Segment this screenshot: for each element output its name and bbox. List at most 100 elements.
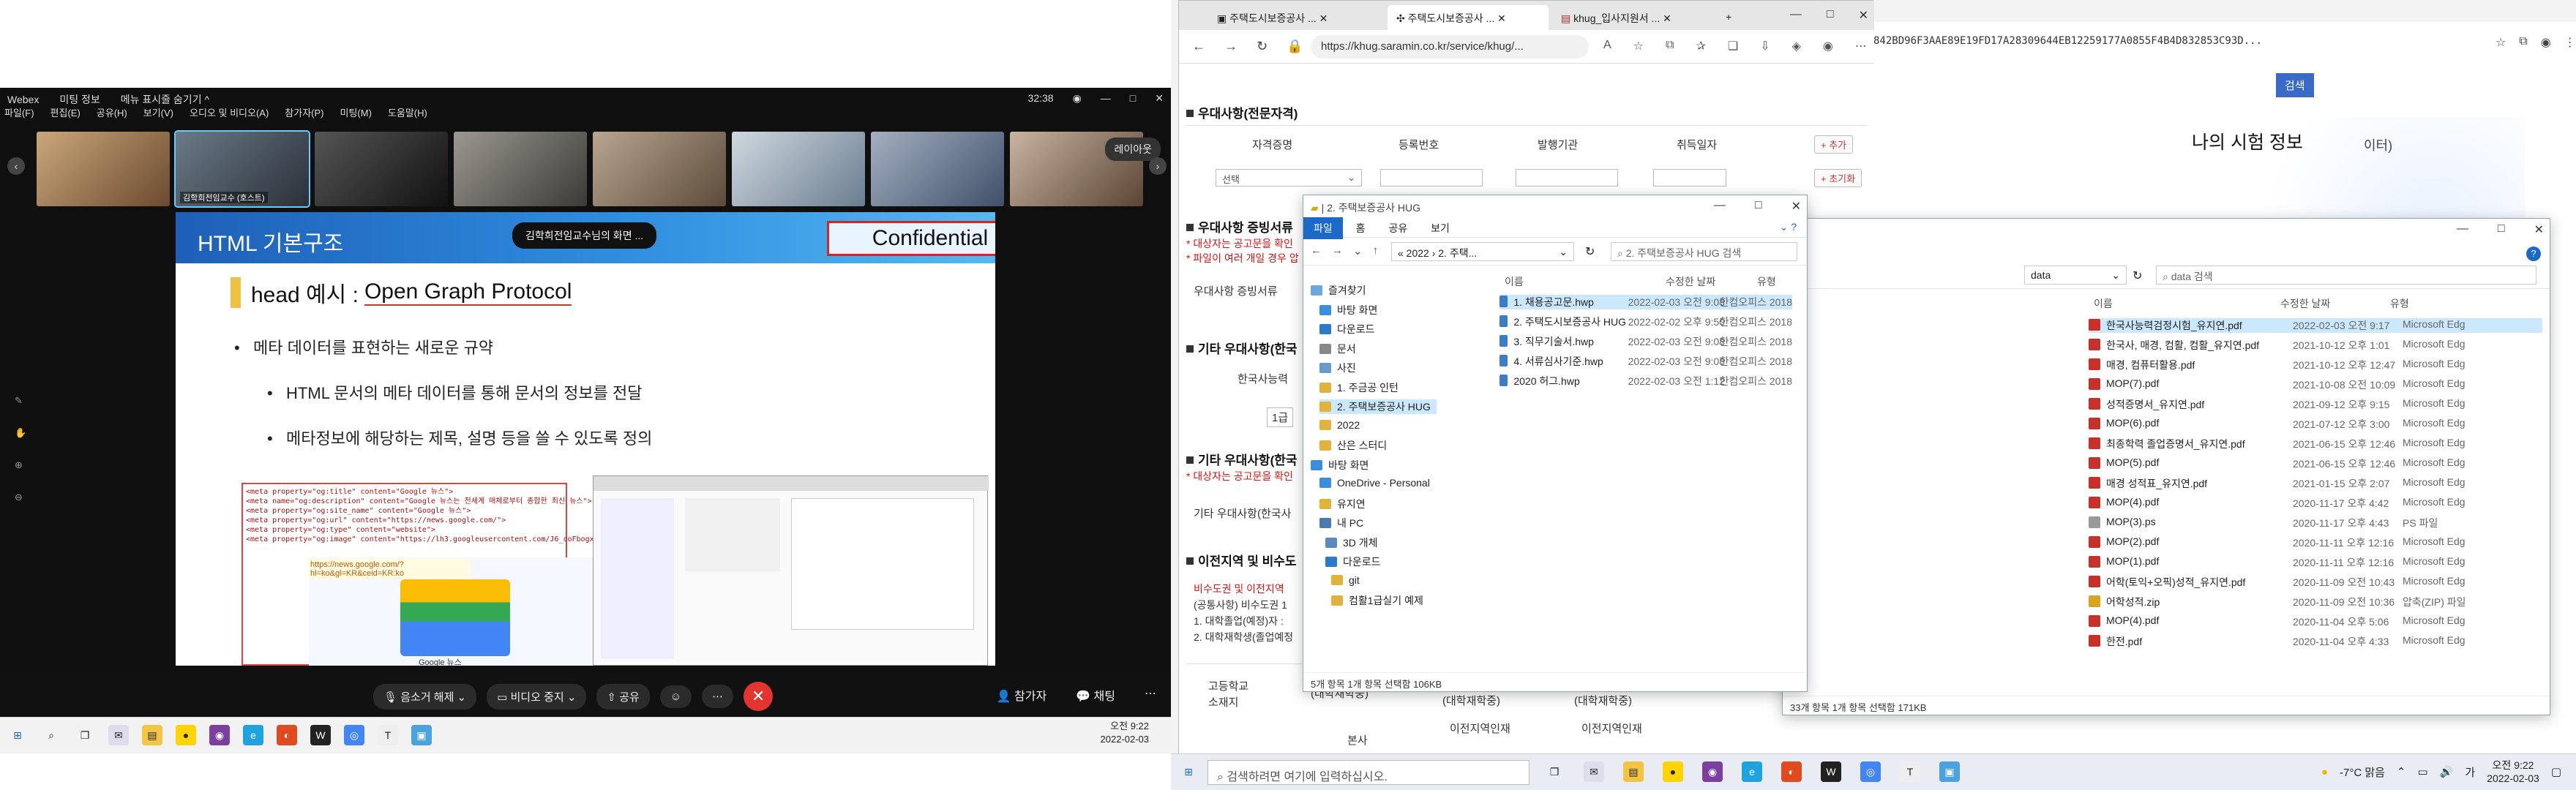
- file-row[interactable]: MOP(7).pdf 2021-10-08 오전 10:09 Microsoft E…: [2089, 377, 2542, 392]
- file-row[interactable]: MOP(6).pdf 2021-07-12 오후 3:00 Microsoft Ed…: [2089, 417, 2542, 432]
- nav-item[interactable]: 3D 개체: [1325, 535, 1378, 550]
- weather[interactable]: -7°C 맑음: [2340, 764, 2385, 780]
- network-icon[interactable]: ▭: [2418, 765, 2428, 778]
- file-row[interactable]: 어학성적.zip 2020-11-09 오전 10:36 압축(ZIP) 파일: [2089, 595, 2542, 609]
- nav-item[interactable]: 2022: [1319, 419, 1360, 431]
- end-call-button[interactable]: ✕: [744, 682, 774, 711]
- reset-button[interactable]: + 초기화: [1814, 169, 1862, 187]
- taskbar-search[interactable]: ⌕ 검색하려면 여기에 입력하십시오.: [1208, 760, 1530, 785]
- nav-item[interactable]: 1. 주금공 인턴: [1319, 380, 1399, 395]
- file-row[interactable]: 매경, 컴퓨터활용.pdf 2021-10-12 오후 12:47 Microsof…: [2089, 358, 2542, 372]
- nav-item[interactable]: 바탕 화면: [1319, 303, 1377, 317]
- menu-help[interactable]: 도움말(H): [388, 105, 427, 119]
- menu-share[interactable]: 공유(H): [97, 105, 127, 119]
- file-row[interactable]: 최종학력 졸업증명서_유지연.pdf 2021-06-15 오후 12:46 Mic…: [2089, 437, 2542, 451]
- browser-tab-active[interactable]: ✣ 주택도시보증공사 ... ✕: [1388, 5, 1549, 30]
- participants-button[interactable]: 👤 참가자: [997, 686, 1047, 704]
- ribbon-share[interactable]: 공유: [1378, 217, 1418, 239]
- share-button[interactable]: ⇧ 공유: [596, 683, 650, 710]
- minimize-icon[interactable]: —: [2457, 222, 2468, 237]
- maximize-icon[interactable]: □: [2498, 222, 2505, 237]
- chevron-down-icon[interactable]: ⌄: [1353, 244, 1363, 257]
- participant-video[interactable]: [315, 132, 448, 206]
- background-search-button[interactable]: 검색: [2276, 73, 2314, 97]
- nav-item[interactable]: 다운로드: [1325, 554, 1381, 569]
- nav-item[interactable]: 다운로드: [1319, 322, 1375, 336]
- file-row[interactable]: 2. 주택도시보증공사 HUG .hwp2022-02-02 오후 9:50한컴…: [1499, 315, 1792, 329]
- split-icon[interactable]: ⧉: [1666, 39, 1674, 53]
- help-icon[interactable]: ?: [2526, 247, 2541, 261]
- stop-video-button[interactable]: ▭ 비디오 중지 ⌄: [487, 683, 587, 710]
- nav-item[interactable]: 문서: [1319, 342, 1356, 356]
- minimize-icon[interactable]: —: [1101, 92, 1111, 105]
- file-row[interactable]: 한전.pdf 2020-11-04 오후 4:33 Microsoft Edg: [2089, 634, 2542, 649]
- extension-icon[interactable]: ⧉: [2519, 35, 2527, 50]
- participant-video[interactable]: [37, 132, 170, 206]
- reactions-button[interactable]: ☺: [659, 685, 692, 708]
- date-input[interactable]: [1653, 169, 1726, 187]
- file-row[interactable]: MOP(2).pdf 2020-11-11 오후 12:16 Microsoft E…: [2089, 535, 2542, 550]
- back-icon[interactable]: ←: [1311, 244, 1322, 257]
- maximize-icon[interactable]: □: [1130, 92, 1136, 105]
- file-explorer-icon[interactable]: ▤: [142, 725, 162, 745]
- file-row[interactable]: 4. 서류심사기준.hwp 2022-02-03 오전 9:08 한컴오피스 201…: [1499, 354, 1792, 369]
- explorer-search[interactable]: ⌕ data 검색: [2156, 266, 2536, 285]
- new-tab-button[interactable]: +: [1717, 5, 1746, 30]
- file-row[interactable]: 3. 직무기술서.hwp 2022-02-03 오전 9:08 한컴오피스 2018: [1499, 334, 1792, 349]
- nav-item[interactable]: OneDrive - Personal: [1319, 477, 1430, 489]
- nav-item[interactable]: 2. 주택보증공사 HUG: [1319, 399, 1437, 414]
- refresh-icon[interactable]: ↻: [1585, 244, 1595, 259]
- mail-icon[interactable]: ✉: [108, 725, 129, 745]
- file-row[interactable]: MOP(3).ps 2020-11-17 오후 4:43 PS 파일: [2089, 516, 2542, 530]
- file-row[interactable]: 한국사, 매경, 컴활, 컴활_유지연.pdf 2021-10-12 오후 1:0…: [2089, 338, 2542, 353]
- browser-tab[interactable]: ▣ 주택도시보증공사 ... ✕: [1208, 5, 1384, 30]
- cert-select[interactable]: 선택 ⌄: [1216, 169, 1362, 187]
- zoom-out-icon[interactable]: ⊖: [15, 492, 26, 503]
- nav-item[interactable]: 산은 스터디: [1319, 438, 1387, 453]
- issuer-input[interactable]: [1516, 169, 1618, 187]
- minimize-icon[interactable]: —: [1790, 8, 1802, 23]
- nav-item[interactable]: 유지연: [1319, 497, 1366, 511]
- menu-audio-video[interactable]: 오디오 및 비디오(A): [190, 105, 269, 119]
- nav-item[interactable]: git: [1331, 574, 1360, 586]
- volume-icon[interactable]: 🔊: [2440, 765, 2454, 778]
- menu-view[interactable]: 보기(V): [143, 105, 173, 119]
- shield-icon[interactable]: ◈: [1792, 39, 1801, 53]
- unmute-button[interactable]: 🎙 음소거 해제 ⌄: [373, 683, 477, 710]
- file-row[interactable]: MOP(4).pdf 2020-11-17 오후 4:42 Microsoft Ed…: [2089, 496, 2542, 511]
- explorer-path[interactable]: data ⌄: [2024, 266, 2127, 285]
- nav-item[interactable]: 바탕 화면: [1311, 458, 1368, 473]
- lock-icon[interactable]: 🔒: [1287, 39, 1303, 54]
- col-type[interactable]: 유형: [1757, 274, 1776, 289]
- clock[interactable]: 오전 9:22 2022-02-03: [1101, 720, 1150, 746]
- maximize-icon[interactable]: □: [1827, 8, 1834, 23]
- file-explorer-icon[interactable]: ▤: [1623, 761, 1644, 782]
- file-row[interactable]: 성적증명서_유지연.pdf 2021-09-12 오후 9:15 Microsoft…: [2089, 397, 2542, 412]
- windows-start-icon[interactable]: ⊞: [7, 725, 28, 745]
- zoom-in-icon[interactable]: ⊕: [15, 459, 26, 471]
- refresh-icon[interactable]: ↻: [2133, 268, 2142, 283]
- file-row[interactable]: MOP(1).pdf 2020-11-11 오후 12:16 Microsoft E…: [2089, 555, 2542, 570]
- back-icon[interactable]: ←: [1192, 39, 1205, 54]
- ribbon-view[interactable]: 보기: [1420, 217, 1460, 239]
- chat-button[interactable]: 💬 채팅: [1076, 686, 1115, 704]
- col-name[interactable]: 이름: [2094, 296, 2113, 311]
- explorer-search[interactable]: ⌕ 2. 주택보증공사 HUG 검색: [1611, 242, 1797, 261]
- collections-icon[interactable]: ❏: [1728, 39, 1738, 53]
- mail-icon[interactable]: ✉: [1584, 761, 1604, 782]
- favorite-icon[interactable]: ☆: [1633, 39, 1644, 53]
- participant-video[interactable]: [593, 132, 726, 206]
- kakaotalk-icon[interactable]: ●: [176, 725, 196, 745]
- app-icon[interactable]: ◐: [277, 725, 297, 745]
- col-name[interactable]: 이름: [1505, 274, 1524, 289]
- menu-file[interactable]: 파일(F): [4, 105, 34, 119]
- minimize-icon[interactable]: —: [1714, 199, 1726, 214]
- more-icon[interactable]: ⋯: [1145, 686, 1156, 704]
- menu-edit[interactable]: 편집(E): [50, 105, 80, 119]
- file-row[interactable]: MOP(4).pdf 2020-11-04 오후 5:06 Microsoft Ed…: [2089, 614, 2542, 629]
- notification-icon[interactable]: ▢: [2551, 765, 2561, 778]
- task-view-icon[interactable]: ❐: [75, 725, 95, 745]
- ribbon-file[interactable]: 파일: [1303, 217, 1343, 239]
- chrome-icon[interactable]: ◎: [344, 725, 364, 745]
- profile-icon[interactable]: ◉: [2541, 35, 2551, 50]
